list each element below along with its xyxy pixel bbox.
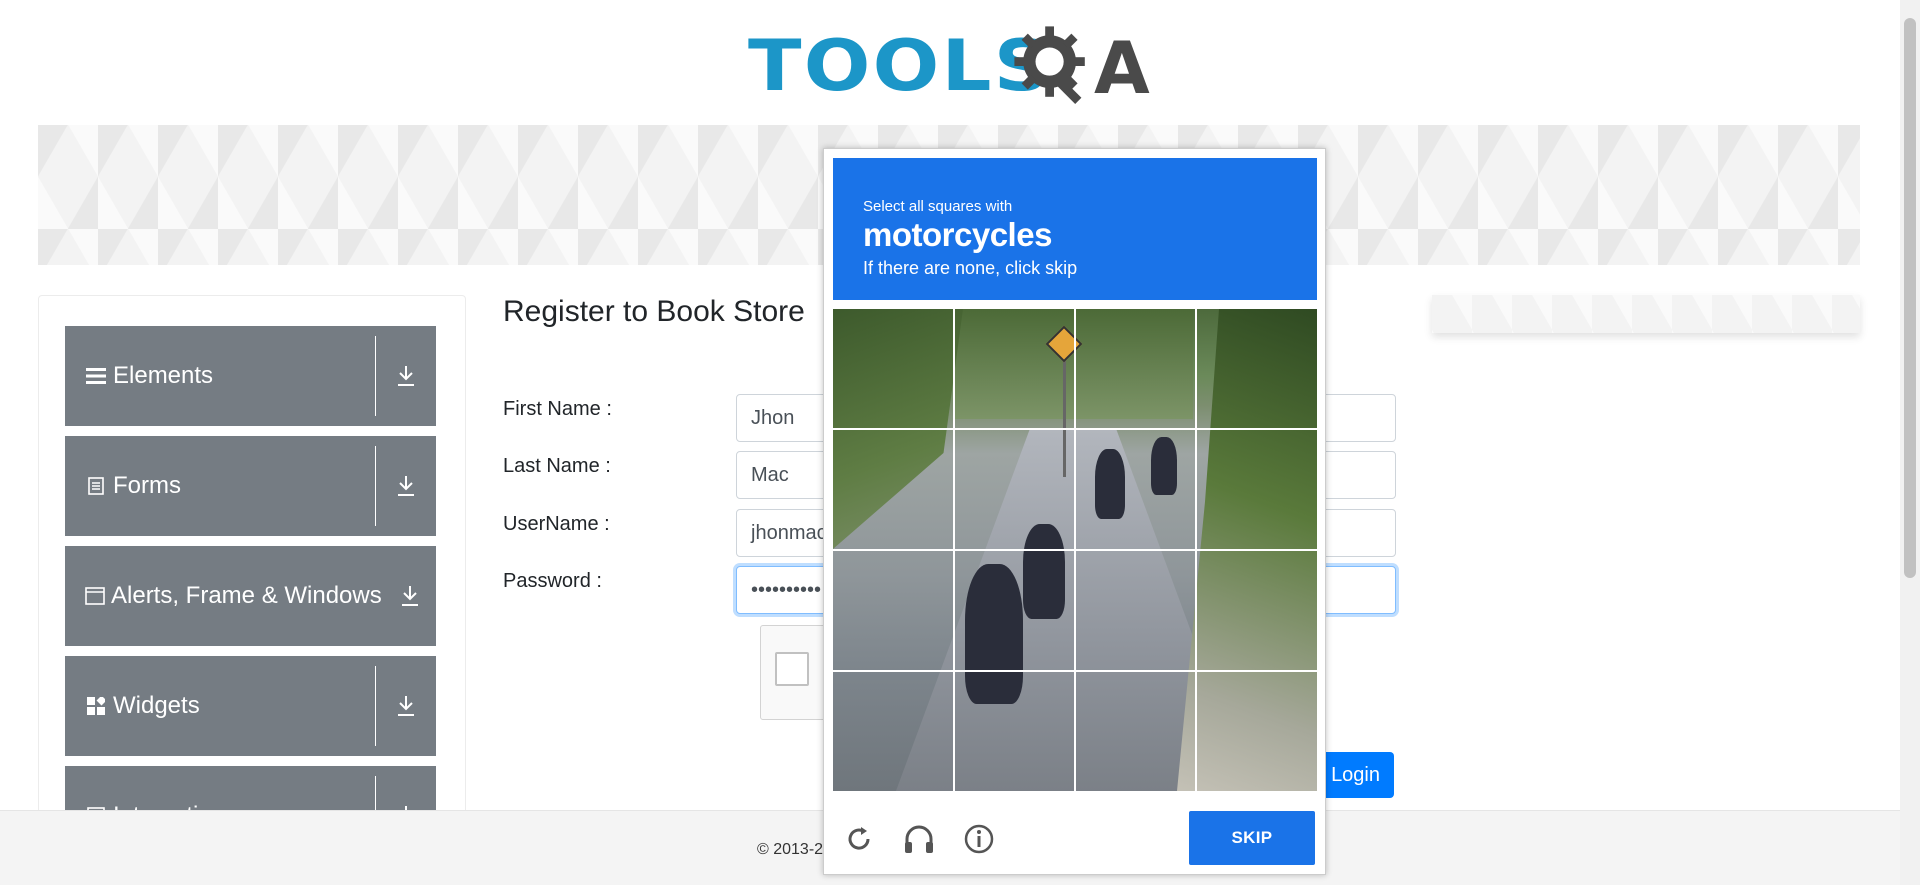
captcha-tile[interactable] xyxy=(1196,672,1316,791)
captcha-tile[interactable] xyxy=(833,551,953,671)
captcha-tile[interactable] xyxy=(1196,551,1316,671)
gear-magnifier-icon xyxy=(1014,26,1085,104)
reload-icon[interactable] xyxy=(842,822,876,856)
sidebar-group-label: Elements xyxy=(113,362,214,389)
menu-icon xyxy=(85,367,107,385)
recaptcha-checkbox[interactable] xyxy=(775,652,809,686)
divider xyxy=(375,666,376,746)
scrollbar-thumb[interactable] xyxy=(1904,18,1916,578)
captcha-footer: SKIP xyxy=(824,800,1325,874)
password-label: Password : xyxy=(503,570,602,592)
captcha-tile[interactable] xyxy=(954,430,1074,550)
divider xyxy=(375,446,376,526)
sidebar-group-alerts[interactable]: Alerts, Frame & Windows xyxy=(65,546,436,646)
captcha-tile[interactable] xyxy=(1075,430,1195,550)
logo-suffix: A xyxy=(1094,26,1150,110)
sidebar-group-label: Alerts, Frame & Windows xyxy=(111,582,382,609)
sidebar-group-forms[interactable]: Forms xyxy=(65,436,436,536)
username-label: UserName : xyxy=(503,513,610,535)
site-logo[interactable]: TOOLS A xyxy=(748,18,1154,114)
captcha-tile[interactable] xyxy=(1196,309,1316,429)
captcha-tile[interactable] xyxy=(954,551,1074,671)
captcha-image-grid xyxy=(833,309,1317,791)
page-scrollbar[interactable] xyxy=(1900,0,1920,885)
captcha-header: Select all squares with motorcycles If t… xyxy=(833,158,1317,300)
sidebar-group-label: Widgets xyxy=(113,692,200,719)
captcha-tile[interactable] xyxy=(954,672,1074,791)
download-icon[interactable] xyxy=(394,475,418,497)
captcha-tile[interactable] xyxy=(833,672,953,791)
last-name-label: Last Name : xyxy=(503,455,611,477)
captcha-tile[interactable] xyxy=(954,309,1074,429)
copyright-text: © 2013-2 xyxy=(757,841,824,858)
captcha-tile[interactable] xyxy=(1075,309,1195,429)
page-title: Register to Book Store xyxy=(503,295,805,328)
captcha-subtext: If there are none, click skip xyxy=(863,258,1078,278)
download-icon[interactable] xyxy=(400,585,420,607)
captcha-tile[interactable] xyxy=(1075,551,1195,671)
skip-button[interactable]: SKIP xyxy=(1189,811,1315,865)
widgets-icon xyxy=(85,697,107,715)
info-icon[interactable] xyxy=(962,822,996,856)
headphones-icon[interactable] xyxy=(902,822,936,856)
login-button[interactable]: Login xyxy=(1318,752,1394,798)
captcha-prompt: Select all squares with xyxy=(863,198,1013,215)
ad-banner xyxy=(1432,295,1860,333)
logo-text: TOOLS xyxy=(748,25,1053,107)
captcha-tile[interactable] xyxy=(833,430,953,550)
download-icon[interactable] xyxy=(394,365,418,387)
first-name-label: First Name : xyxy=(503,398,612,420)
captcha-tile[interactable] xyxy=(833,309,953,429)
captcha-challenge: Select all squares with motorcycles If t… xyxy=(823,148,1326,875)
form-icon xyxy=(85,477,107,495)
captcha-tile[interactable] xyxy=(1196,430,1316,550)
captcha-tile[interactable] xyxy=(1075,672,1195,791)
divider xyxy=(375,336,376,416)
sidebar-group-label: Forms xyxy=(113,472,181,499)
download-icon[interactable] xyxy=(394,695,418,717)
sidebar-group-elements[interactable]: Elements xyxy=(65,326,436,426)
sidebar-group-widgets[interactable]: Widgets xyxy=(65,656,436,756)
window-icon xyxy=(85,587,105,605)
sidebar: Elements Forms Alerts, Frame & Windows W… xyxy=(38,295,466,885)
captcha-target: motorcycles xyxy=(863,216,1052,253)
